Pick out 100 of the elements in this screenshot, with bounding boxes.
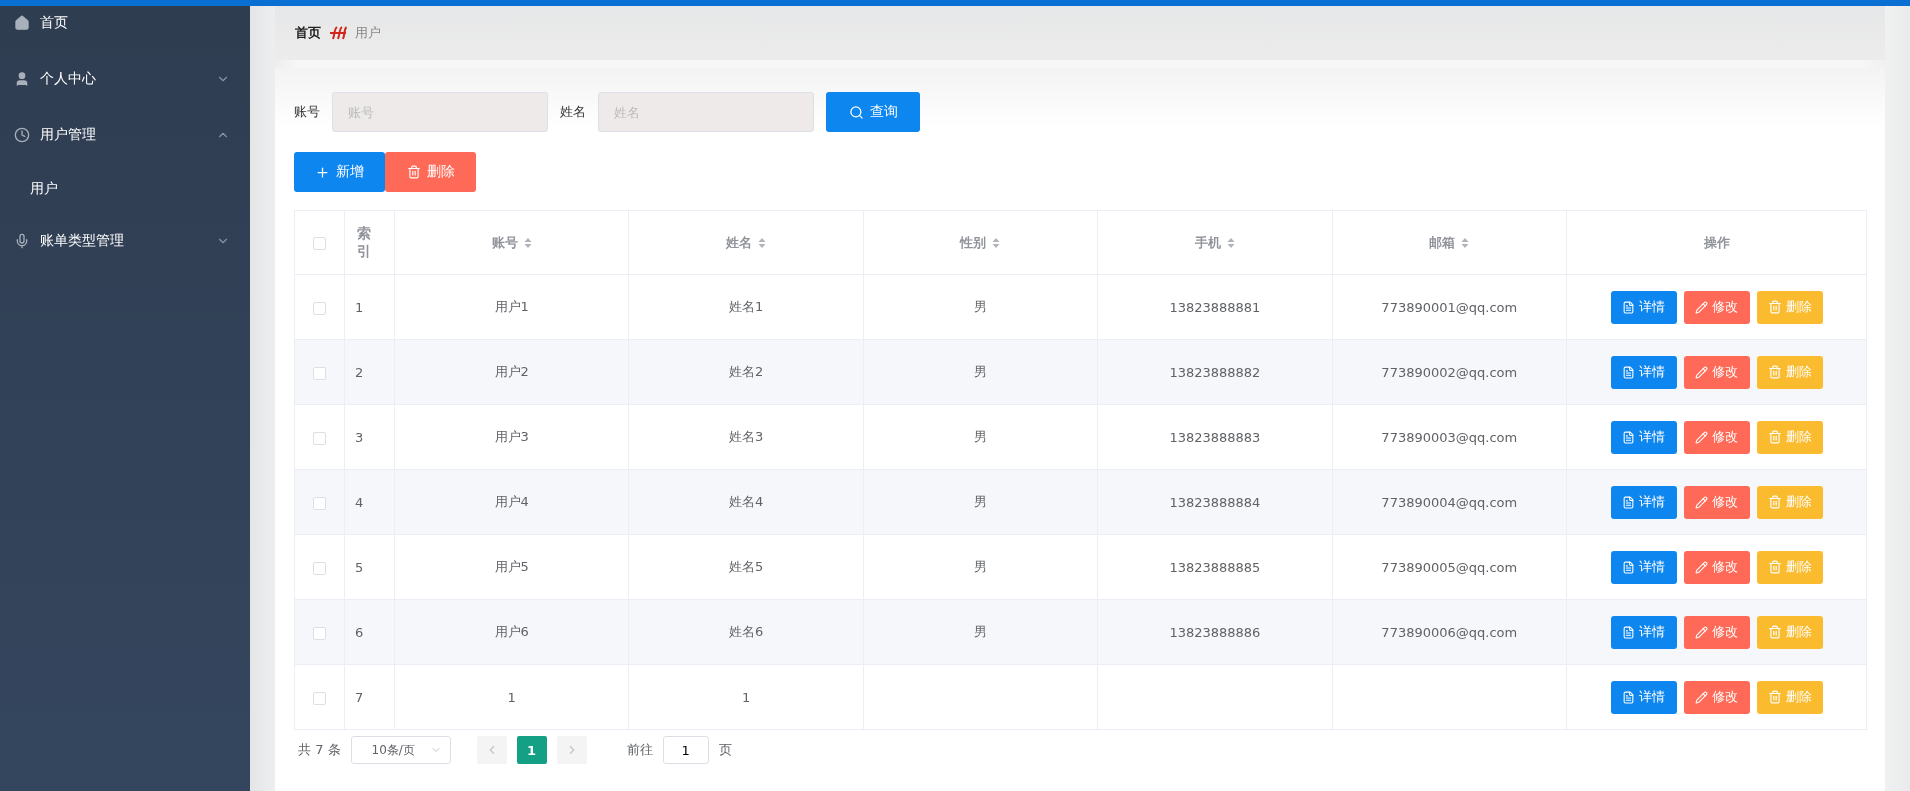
column-header[interactable]: 姓名 [726, 233, 753, 252]
edit-button[interactable]: 修改 [1683, 420, 1750, 454]
column-header[interactable]: 性别 [960, 233, 987, 252]
trash-icon [1767, 365, 1782, 379]
checkbox[interactable] [313, 237, 326, 250]
delete-button[interactable]: 删除 [1756, 680, 1823, 714]
page-button[interactable]: 1 [516, 736, 547, 764]
table-cell: 用户4 [494, 494, 529, 509]
field-label: 姓名 [560, 103, 586, 121]
breadcrumb-link[interactable]: 首页 [295, 24, 321, 42]
table-cell: 男 [973, 429, 987, 444]
edit-button[interactable]: 修改 [1683, 485, 1750, 519]
detail-button[interactable]: 详情 [1610, 420, 1677, 454]
pencil-icon [1695, 495, 1708, 509]
checkbox[interactable] [313, 496, 326, 510]
checkbox[interactable] [313, 561, 326, 575]
table-cell: 用户6 [494, 624, 529, 639]
sidebar-subitem[interactable]: 用户 [0, 163, 250, 215]
pencil-icon [1695, 625, 1708, 639]
plus-icon [315, 164, 330, 180]
microphone-icon [14, 233, 30, 249]
table-cell: 用户5 [494, 559, 529, 574]
delete-button[interactable]: 删除 [1756, 355, 1823, 389]
sidebar-item[interactable]: 首页 [0, 0, 250, 51]
table-cell: 姓名6 [728, 624, 764, 639]
delete-button[interactable]: 删除 [385, 152, 476, 192]
sort-icon[interactable] [523, 236, 532, 249]
table-cell: 1 [355, 299, 364, 315]
delete-button[interactable]: 删除 [1756, 420, 1823, 454]
edit-button[interactable]: 修改 [1683, 550, 1750, 584]
table-cell: 1 [507, 689, 516, 705]
table-cell: 姓名4 [728, 494, 764, 509]
edit-button[interactable]: 修改 [1683, 355, 1750, 389]
table-cell: 男 [973, 364, 987, 379]
table-cell: 1 [741, 689, 751, 705]
table-cell: 4 [355, 494, 364, 510]
pencil-icon [1695, 300, 1708, 314]
edit-button[interactable]: 修改 [1683, 615, 1750, 649]
detail-button[interactable]: 详情 [1610, 290, 1677, 324]
table-cell: 13823888886 [1169, 624, 1261, 640]
checkbox[interactable] [313, 301, 326, 315]
next-page-button[interactable] [556, 736, 587, 764]
column-header[interactable]: 手机 [1194, 233, 1221, 252]
table-cell: 773890006@qq.com [1381, 624, 1518, 640]
document-icon [1622, 365, 1635, 379]
column-header: 操作 [1703, 234, 1730, 250]
sort-icon[interactable] [1461, 236, 1470, 249]
table-cell: 姓名1 [728, 299, 764, 314]
table-cell: 5 [355, 559, 364, 575]
detail-button[interactable]: 详情 [1610, 615, 1677, 649]
delete-button[interactable]: 删除 [1756, 290, 1823, 324]
total-count: 共 7 条 [298, 741, 341, 759]
table-cell: 773890005@qq.com [1381, 559, 1518, 575]
delete-button[interactable]: 删除 [1756, 615, 1823, 649]
checkbox[interactable] [313, 366, 326, 380]
column-header[interactable]: 账号 [491, 233, 518, 252]
sort-icon[interactable] [1226, 236, 1235, 249]
sidebar-item[interactable]: 用户管理 [0, 107, 250, 163]
delete-button[interactable]: 删除 [1756, 485, 1823, 519]
table-cell: 男 [973, 494, 987, 509]
document-icon [1622, 430, 1635, 444]
detail-button[interactable]: 详情 [1610, 355, 1677, 389]
sidebar-item[interactable]: 个人中心 [0, 51, 250, 107]
pencil-icon [1695, 365, 1708, 379]
table-cell: 773890001@qq.com [1381, 299, 1518, 315]
checkbox[interactable] [313, 431, 326, 445]
table-cell: 13823888885 [1169, 559, 1261, 575]
delete-button[interactable]: 删除 [1756, 550, 1823, 584]
home-icon [14, 15, 30, 31]
table-cell: 姓名5 [728, 559, 764, 574]
detail-button[interactable]: 详情 [1610, 550, 1677, 584]
field-label: 账号 [294, 103, 320, 121]
edit-button[interactable]: 修改 [1683, 290, 1750, 324]
page-unit: 页 [718, 741, 732, 759]
trash-icon [1767, 625, 1782, 639]
previous-page-button[interactable] [476, 736, 507, 764]
search-icon [848, 104, 864, 120]
document-icon [1622, 560, 1635, 574]
search-button[interactable]: 查询 [826, 92, 920, 132]
table-cell: 6 [355, 624, 364, 640]
detail-button[interactable]: 详情 [1610, 485, 1677, 519]
page-size-select[interactable]: 10条/页 [350, 736, 451, 764]
sort-icon[interactable] [758, 236, 767, 249]
edit-button[interactable]: 修改 [1683, 680, 1750, 714]
detail-button[interactable]: 详情 [1610, 680, 1677, 714]
add-button[interactable]: 新增 [294, 152, 385, 192]
sort-icon[interactable] [992, 236, 1001, 249]
page-input[interactable]: 1 [662, 736, 709, 764]
table-cell: 2 [355, 364, 364, 380]
checkbox[interactable] [313, 691, 326, 705]
document-icon [1622, 300, 1635, 314]
table-cell: 用户1 [494, 299, 529, 314]
trash-icon [1767, 430, 1782, 444]
trash-icon [1767, 560, 1782, 574]
sidebar-item[interactable]: 账单类型管理 [0, 215, 250, 267]
table-cell: 男 [973, 624, 987, 639]
user-icon [14, 71, 30, 87]
checkbox[interactable] [313, 626, 326, 640]
separator-icon [329, 26, 347, 40]
column-header[interactable]: 邮箱 [1429, 233, 1456, 252]
